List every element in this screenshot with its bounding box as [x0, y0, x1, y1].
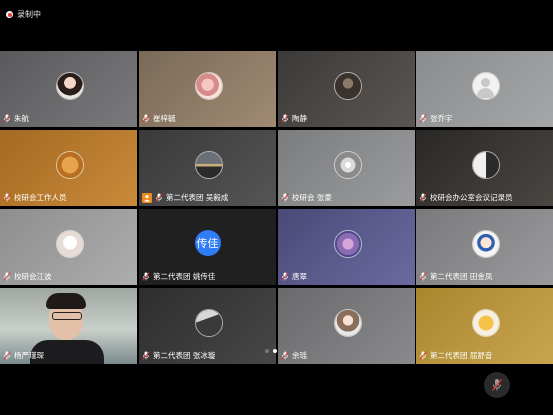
- participant-name: 陶静: [292, 114, 307, 123]
- avatar: [55, 151, 84, 180]
- participant-tile[interactable]: 第二代表团 屈舒音: [416, 288, 553, 364]
- participant-label: 第二代表团 张冰璇: [142, 350, 215, 361]
- recording-indicator: 录制中: [6, 9, 41, 20]
- participant-name: 第二代表团 屈舒音: [430, 351, 493, 360]
- mic-muted-icon: [3, 272, 11, 281]
- participant-label: 陶静: [281, 113, 307, 124]
- avatar: [333, 309, 362, 338]
- mic-muted-icon: [142, 272, 150, 281]
- self-mic-button[interactable]: [484, 372, 510, 398]
- mic-muted-icon: [281, 193, 289, 202]
- page-indicator[interactable]: [265, 349, 285, 353]
- participant-label: 第二代表团 屈舒音: [419, 350, 492, 361]
- avatar: [55, 230, 84, 259]
- participant-name: 校研会江波: [14, 272, 52, 281]
- participant-tile[interactable]: 张乔宇: [416, 51, 553, 127]
- participant-label: 第二代表团 田金凤: [419, 271, 492, 282]
- participant-tile[interactable]: 校研会工作人员: [0, 130, 137, 206]
- participant-tile[interactable]: 第二代表团 张冰璇: [139, 288, 276, 364]
- participant-name: 崔梓毓: [153, 114, 176, 123]
- mic-muted-icon: [142, 114, 150, 123]
- mic-muted-icon: [281, 272, 289, 281]
- participant-label: 第二代表团 吴毅成: [142, 192, 228, 203]
- mic-muted-icon: [419, 351, 427, 360]
- avatar: [471, 309, 500, 338]
- participant-name: 杨严瑾琛: [14, 351, 44, 360]
- participant-name: 张乔宇: [430, 114, 453, 123]
- participant-name: 余瑶: [292, 351, 307, 360]
- participant-tile[interactable]: 崔梓毓: [139, 51, 276, 127]
- participant-tile[interactable]: 余瑶: [278, 288, 415, 364]
- recording-label: 录制中: [17, 10, 41, 19]
- participant-label: 校研会工作人员: [3, 192, 67, 203]
- participant-label: 杨严瑾琛: [3, 350, 44, 361]
- mic-muted-icon: [281, 114, 289, 123]
- avatar: [333, 72, 362, 101]
- participant-tile[interactable]: 朱航: [0, 51, 137, 127]
- participant-grid: 朱航 崔梓毓 陶静 张乔宇校研会工作人员 第二代表团 吴毅成 校研会 张豪 校研会办公室会议…: [0, 51, 553, 364]
- avatar: [194, 72, 223, 101]
- mic-muted-icon: [3, 351, 11, 360]
- mic-muted-icon: [3, 114, 11, 123]
- participant-label: 校研会 张豪: [281, 192, 332, 203]
- record-dot-icon: [6, 11, 13, 18]
- page-dot[interactable]: [273, 349, 277, 353]
- avatar: [471, 151, 500, 180]
- participant-label: 张乔宇: [419, 113, 453, 124]
- participant-name: 校研会办公室会议记录员: [430, 193, 513, 202]
- mic-muted-icon: [419, 114, 427, 123]
- avatar: [194, 309, 223, 338]
- mic-muted-icon: [3, 193, 11, 202]
- participant-name: 校研会工作人员: [14, 193, 67, 202]
- participant-name: 第二代表团 张冰璇: [153, 351, 216, 360]
- mic-muted-icon: [419, 272, 427, 281]
- participant-tile[interactable]: 校研会 张豪: [278, 130, 415, 206]
- avatar-initials: 传佳: [194, 230, 221, 257]
- participant-tile[interactable]: 杨严瑾琛: [0, 288, 137, 364]
- participant-tile[interactable]: 第二代表团 吴毅成: [139, 130, 276, 206]
- host-icon: [142, 192, 152, 203]
- page-dot[interactable]: [265, 349, 269, 353]
- participant-name: 第二代表团 田金凤: [430, 272, 493, 281]
- participant-label: 第二代表团 姚传佳: [142, 271, 215, 282]
- mic-muted-icon: [419, 193, 427, 202]
- page-dot[interactable]: [281, 349, 285, 353]
- participant-tile[interactable]: 第二代表团 田金凤: [416, 209, 553, 285]
- participant-name: 唐翠: [292, 272, 307, 281]
- avatar: [55, 72, 84, 101]
- participant-name: 校研会 张豪: [292, 193, 332, 202]
- participant-label: 校研会江波: [3, 271, 52, 282]
- avatar: [471, 72, 500, 101]
- participant-tile[interactable]: 校研会办公室会议记录员: [416, 130, 553, 206]
- avatar: [333, 230, 362, 259]
- participant-tile[interactable]: 唐翠: [278, 209, 415, 285]
- mic-muted-icon: [155, 193, 163, 202]
- avatar: [471, 230, 500, 259]
- avatar: [194, 151, 223, 180]
- mic-muted-icon: [142, 351, 150, 360]
- participant-name: 朱航: [14, 114, 29, 123]
- participant-tile[interactable]: 传佳第二代表团 姚传佳: [139, 209, 276, 285]
- participant-label: 崔梓毓: [142, 113, 176, 124]
- mic-muted-icon: [492, 379, 502, 391]
- participant-name: 第二代表团 吴毅成: [166, 193, 229, 202]
- participant-name: 第二代表团 姚传佳: [153, 272, 216, 281]
- avatar: [333, 151, 362, 180]
- participant-tile[interactable]: 校研会江波: [0, 209, 137, 285]
- participant-tile[interactable]: 陶静: [278, 51, 415, 127]
- participant-label: 校研会办公室会议记录员: [419, 192, 513, 203]
- participant-label: 朱航: [3, 113, 29, 124]
- participant-label: 唐翠: [281, 271, 307, 282]
